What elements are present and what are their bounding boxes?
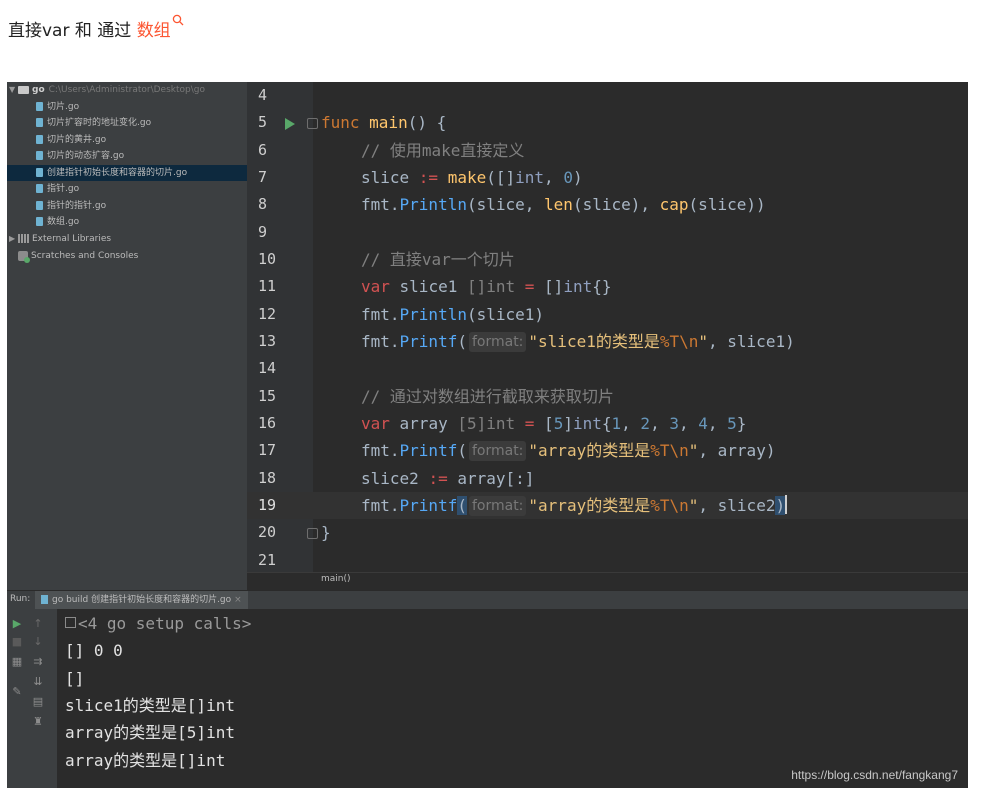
soft-wrap-icon[interactable]: ⇉ [31,655,45,669]
watermark-text: https://blog.csdn.net/fangkang7 [791,768,958,782]
go-file-icon [36,118,43,127]
expand-arrow-icon[interactable]: ▶ [9,231,18,247]
console-line: array的类型是[5]int [65,723,235,742]
go-file-icon [41,595,48,604]
tree-root[interactable]: ▼ go C:\Users\Administrator\Desktop\go [9,82,205,98]
console-line: [] 0 0 [65,641,123,660]
console-line: <4 go setup calls> [65,610,251,637]
tree-file[interactable]: 切片.go [36,99,79,115]
pin-icon[interactable]: ✎ [10,685,24,699]
tree-file[interactable]: 数组.go [36,214,79,230]
expand-arrow-icon[interactable]: ▼ [9,82,18,98]
run-label: Run: [10,594,31,604]
tree-file[interactable]: 切片的动态扩容.go [36,148,124,164]
console-line: [] [65,669,85,688]
up-arrow-icon[interactable]: ↑ [31,617,45,631]
scratches-icon [18,250,30,263]
line-number: 12 [258,305,277,323]
code-line-15: // 通过对数组进行截取来获取切片 [361,387,614,406]
line-number-current: 19 [258,496,277,514]
article-heading: 直接var 和 通过 数组 [8,14,184,41]
line-number: 10 [258,250,277,268]
breadcrumb[interactable]: main() [247,572,968,591]
code-line-6: // 使用make直接定义 [361,141,525,160]
parameter-hint: format: [468,496,527,516]
code-line-13: fmt.Printf(format: "slice1的类型是%T\n", slic… [361,332,795,352]
line-number: 20 [258,523,277,541]
heading-text: 直接var 和 通过 [8,21,137,41]
line-number: 15 [258,387,277,405]
go-file-icon [36,151,43,160]
tree-external-libraries[interactable]: ▶ External Libraries [9,231,111,247]
code-line-20: } [321,523,331,542]
go-file-icon [36,184,43,193]
tree-file[interactable]: 指针.go [36,181,79,197]
code-line-17: fmt.Printf(format: "array的类型是%T\n", array… [361,441,776,461]
library-icon [18,234,29,243]
line-number: 17 [258,441,277,459]
run-tab[interactable]: go build 创建指针初始长度和容器的切片.go × [35,591,248,610]
fold-icon[interactable] [307,118,318,129]
stop-icon[interactable]: ■ [10,635,24,649]
run-toolbar: ▶ ■ ↑ ↓ ▦ ⇉ ⇊ ✎ ▤ ♜ [7,609,57,788]
tree-file[interactable]: 切片的黄井.go [36,132,106,148]
line-number: 8 [258,195,268,213]
ide-screenshot: ▼ go C:\Users\Administrator\Desktop\go 切片.… [7,82,968,788]
project-tree: ▼ go C:\Users\Administrator\Desktop\go 切片.… [7,82,247,590]
search-icon[interactable] [172,14,184,26]
tree-file[interactable]: 指针的指针.go [36,198,106,214]
code-line-18: slice2 := array[:] [361,469,535,488]
code-line-11: var slice1 []int = []int{} [361,277,612,296]
line-number: 9 [258,223,268,241]
tree-scratches[interactable]: Scratches and Consoles [18,248,138,264]
parameter-hint: format: [468,332,527,352]
go-file-icon [36,168,43,177]
code-line-12: fmt.Println(slice1) [361,305,545,324]
console-line: slice1的类型是[]int [65,696,235,715]
code-line-7: slice := make([]int, 0) [361,168,583,187]
line-number: 4 [258,86,268,104]
code-line-16: var array [5]int = [5]int{1, 2, 3, 4, 5} [361,414,747,433]
run-tool-bar: Run: go build 创建指针初始长度和容器的切片.go × [7,590,968,610]
line-number: 16 [258,414,277,432]
line-number: 21 [258,551,277,569]
layout-icon[interactable]: ▦ [10,655,24,669]
down-arrow-icon[interactable]: ↓ [31,635,45,649]
parameter-hint: format: [468,441,527,461]
run-gutter-icon[interactable] [285,118,295,130]
folder-icon [18,85,29,94]
go-file-icon [36,102,43,111]
line-number: 7 [258,168,268,186]
tree-file-selected[interactable]: 创建指针初始长度和容器的切片.go [36,165,187,181]
trash-icon[interactable]: ♜ [31,715,45,729]
line-number: 6 [258,141,268,159]
tree-file[interactable]: 切片扩容时的地址变化.go [36,115,151,131]
line-number: 11 [258,277,277,295]
console-line: array的类型是[]int [65,751,226,770]
scroll-to-end-icon[interactable]: ⇊ [31,675,45,689]
expand-icon[interactable] [65,617,76,628]
root-folder-name: go [32,85,45,95]
line-number: 13 [258,332,277,350]
close-icon[interactable]: × [234,595,242,605]
fold-icon[interactable] [307,528,318,539]
code-line-10: // 直接var一个切片 [361,250,515,269]
print-icon[interactable]: ▤ [31,695,45,709]
code-line-19: fmt.Printf(format: "array的类型是%T\n", slice… [361,495,788,516]
text-caret [785,495,788,514]
code-line-8: fmt.Println(slice, len(slice), cap(slice… [361,195,766,214]
code-line-5: func main() { [321,113,447,132]
array-keyword-link[interactable]: 数组 [137,21,171,41]
go-file-icon [36,135,43,144]
go-file-icon [36,201,43,210]
rerun-icon[interactable]: ▶ [10,617,24,631]
root-folder-path: C:\Users\Administrator\Desktop\go [48,85,205,95]
line-number: 14 [258,359,277,377]
go-file-icon [36,217,43,226]
line-number: 18 [258,469,277,487]
